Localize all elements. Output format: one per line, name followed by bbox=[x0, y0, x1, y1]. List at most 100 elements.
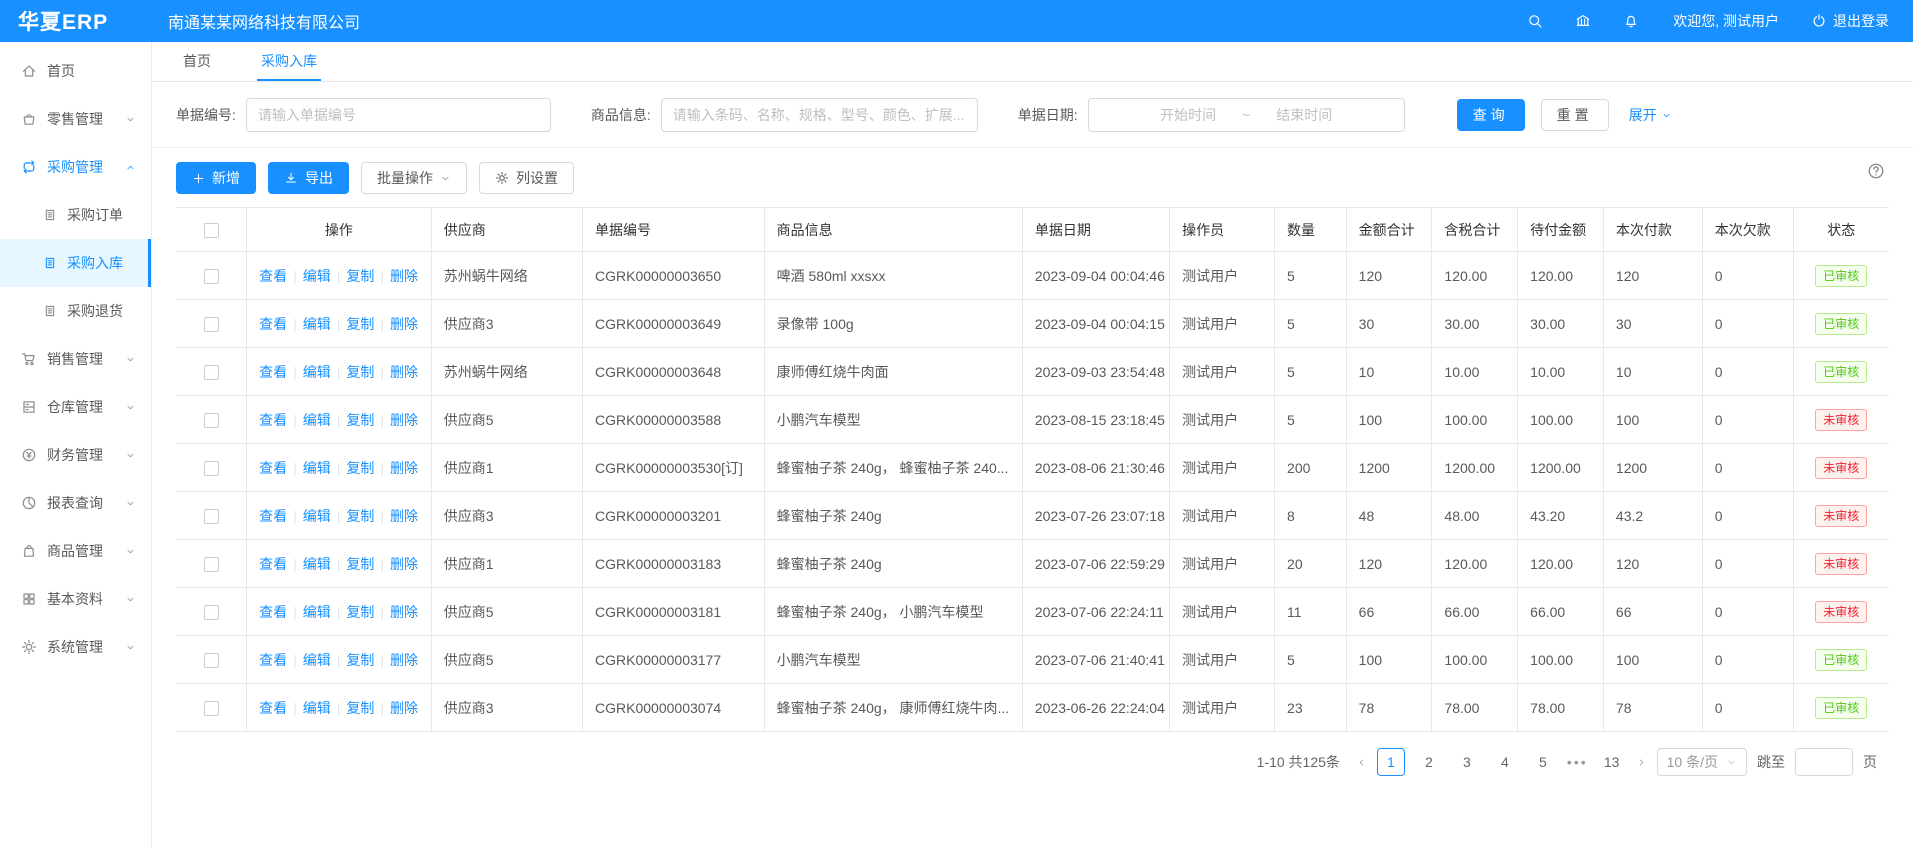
row-action-link[interactable]: 复制 bbox=[346, 556, 374, 572]
row-checkbox[interactable] bbox=[204, 653, 219, 668]
row-action-link[interactable]: 删除 bbox=[390, 316, 418, 332]
goods-info-input[interactable] bbox=[661, 98, 978, 132]
row-action-link[interactable]: 编辑 bbox=[303, 364, 331, 380]
row-checkbox[interactable] bbox=[204, 269, 219, 284]
tab[interactable]: 采购入库 bbox=[257, 42, 321, 81]
row-action-link[interactable]: 复制 bbox=[346, 604, 374, 620]
sidebar-item[interactable]: 首页 bbox=[0, 47, 151, 95]
sidebar-subitem[interactable]: 采购订单 bbox=[0, 191, 151, 239]
expand-filters-link[interactable]: 展开 bbox=[1629, 105, 1672, 125]
row-action-link[interactable]: 复制 bbox=[346, 268, 374, 284]
select-all-checkbox[interactable] bbox=[204, 223, 219, 238]
row-action-link[interactable]: 删除 bbox=[390, 604, 418, 620]
reset-button[interactable]: 重置 bbox=[1541, 99, 1609, 131]
row-action-link[interactable]: 查看 bbox=[259, 364, 287, 380]
row-checkbox[interactable] bbox=[204, 365, 219, 380]
row-checkbox[interactable] bbox=[204, 701, 219, 716]
sidebar-item[interactable]: 采购管理 bbox=[0, 143, 151, 191]
row-action-link[interactable]: 删除 bbox=[390, 652, 418, 668]
bill-no-input[interactable] bbox=[246, 98, 551, 132]
status-badge: 未审核 bbox=[1815, 505, 1867, 527]
row-action-link[interactable]: 删除 bbox=[390, 700, 418, 716]
row-checkbox[interactable] bbox=[204, 605, 219, 620]
column-settings-button[interactable]: 列设置 bbox=[479, 162, 574, 194]
row-action-link[interactable]: 删除 bbox=[390, 556, 418, 572]
export-button[interactable]: 导出 bbox=[268, 162, 349, 194]
page-ellipsis[interactable]: ••• bbox=[1567, 754, 1588, 770]
status-badge: 已审核 bbox=[1815, 265, 1867, 287]
sidebar-subitem[interactable]: 采购入库 bbox=[0, 239, 151, 287]
row-action-link[interactable]: 编辑 bbox=[303, 604, 331, 620]
row-action-link[interactable]: 查看 bbox=[259, 412, 287, 428]
help-icon[interactable] bbox=[1867, 162, 1885, 183]
row-action-link[interactable]: 编辑 bbox=[303, 652, 331, 668]
cell-qty: 8 bbox=[1275, 492, 1347, 540]
row-action-link[interactable]: 查看 bbox=[259, 652, 287, 668]
row-checkbox[interactable] bbox=[204, 557, 219, 572]
row-action-link[interactable]: 编辑 bbox=[303, 412, 331, 428]
page-number[interactable]: 4 bbox=[1491, 748, 1519, 776]
page-size-select[interactable]: 10 条/页 bbox=[1657, 748, 1747, 776]
sidebar-subitem[interactable]: 采购退货 bbox=[0, 287, 151, 335]
sidebar-item[interactable]: 零售管理 bbox=[0, 95, 151, 143]
page-number[interactable]: 13 bbox=[1598, 748, 1626, 776]
row-action-link[interactable]: 查看 bbox=[259, 700, 287, 716]
row-action-link[interactable]: 删除 bbox=[390, 412, 418, 428]
row-action-link[interactable]: 编辑 bbox=[303, 316, 331, 332]
bill-date-label: 单据日期: bbox=[1018, 105, 1078, 125]
row-action-link[interactable]: 查看 bbox=[259, 316, 287, 332]
add-button[interactable]: 新增 bbox=[176, 162, 256, 194]
row-action-link[interactable]: 编辑 bbox=[303, 460, 331, 476]
row-action-link[interactable]: 编辑 bbox=[303, 556, 331, 572]
row-action-link[interactable]: 删除 bbox=[390, 508, 418, 524]
page-number[interactable]: 3 bbox=[1453, 748, 1481, 776]
table-row: 查看|编辑|复制|删除 苏州蜗牛网络 CGRK00000003648 康师傅红烧… bbox=[176, 348, 1889, 396]
cell-supplier: 供应商3 bbox=[431, 492, 582, 540]
row-action-link[interactable]: 删除 bbox=[390, 268, 418, 284]
row-checkbox[interactable] bbox=[204, 461, 219, 476]
page-number[interactable]: 2 bbox=[1415, 748, 1443, 776]
sidebar-item[interactable]: 报表查询 bbox=[0, 479, 151, 527]
next-page-button[interactable] bbox=[1636, 757, 1647, 768]
logout-icon bbox=[1811, 13, 1827, 29]
sidebar-item[interactable]: 商品管理 bbox=[0, 527, 151, 575]
row-action-link[interactable]: 复制 bbox=[346, 364, 374, 380]
tab[interactable]: 首页 bbox=[179, 42, 215, 81]
row-action-link[interactable]: 编辑 bbox=[303, 268, 331, 284]
prev-page-button[interactable] bbox=[1356, 757, 1367, 768]
page-number[interactable]: 5 bbox=[1529, 748, 1557, 776]
date-range-picker[interactable]: 开始时间 ~ 结束时间 bbox=[1088, 98, 1405, 132]
sidebar-item[interactable]: 基本资料 bbox=[0, 575, 151, 623]
row-action-link[interactable]: 编辑 bbox=[303, 700, 331, 716]
bank-icon[interactable] bbox=[1575, 13, 1591, 29]
row-action-link[interactable]: 查看 bbox=[259, 508, 287, 524]
row-action-link[interactable]: 复制 bbox=[346, 316, 374, 332]
row-action-link[interactable]: 查看 bbox=[259, 604, 287, 620]
page-number[interactable]: 1 bbox=[1377, 748, 1405, 776]
jump-page-input[interactable] bbox=[1795, 748, 1853, 776]
row-action-link[interactable]: 查看 bbox=[259, 460, 287, 476]
row-action-link[interactable]: 查看 bbox=[259, 556, 287, 572]
row-action-link[interactable]: 查看 bbox=[259, 268, 287, 284]
row-action-link[interactable]: 编辑 bbox=[303, 508, 331, 524]
row-action-link[interactable]: 删除 bbox=[390, 364, 418, 380]
row-action-link[interactable]: 复制 bbox=[346, 700, 374, 716]
logout-button[interactable]: 退出登录 bbox=[1811, 11, 1889, 31]
search-icon[interactable] bbox=[1527, 13, 1543, 29]
row-action-link[interactable]: 复制 bbox=[346, 652, 374, 668]
row-action-link[interactable]: 复制 bbox=[346, 508, 374, 524]
bell-icon[interactable] bbox=[1623, 13, 1639, 29]
row-action-link[interactable]: 删除 bbox=[390, 460, 418, 476]
batch-actions-button[interactable]: 批量操作 bbox=[361, 162, 467, 194]
row-checkbox[interactable] bbox=[204, 509, 219, 524]
table-row: 查看|编辑|复制|删除 供应商1 CGRK00000003530[订] 蜂蜜柚子… bbox=[176, 444, 1889, 492]
row-checkbox[interactable] bbox=[204, 413, 219, 428]
sidebar-item[interactable]: 仓库管理 bbox=[0, 383, 151, 431]
search-button[interactable]: 查询 bbox=[1457, 99, 1525, 131]
row-checkbox[interactable] bbox=[204, 317, 219, 332]
row-action-link[interactable]: 复制 bbox=[346, 460, 374, 476]
sidebar-item[interactable]: 销售管理 bbox=[0, 335, 151, 383]
sidebar-item[interactable]: 系统管理 bbox=[0, 623, 151, 671]
sidebar-item[interactable]: 财务管理 bbox=[0, 431, 151, 479]
row-action-link[interactable]: 复制 bbox=[346, 412, 374, 428]
